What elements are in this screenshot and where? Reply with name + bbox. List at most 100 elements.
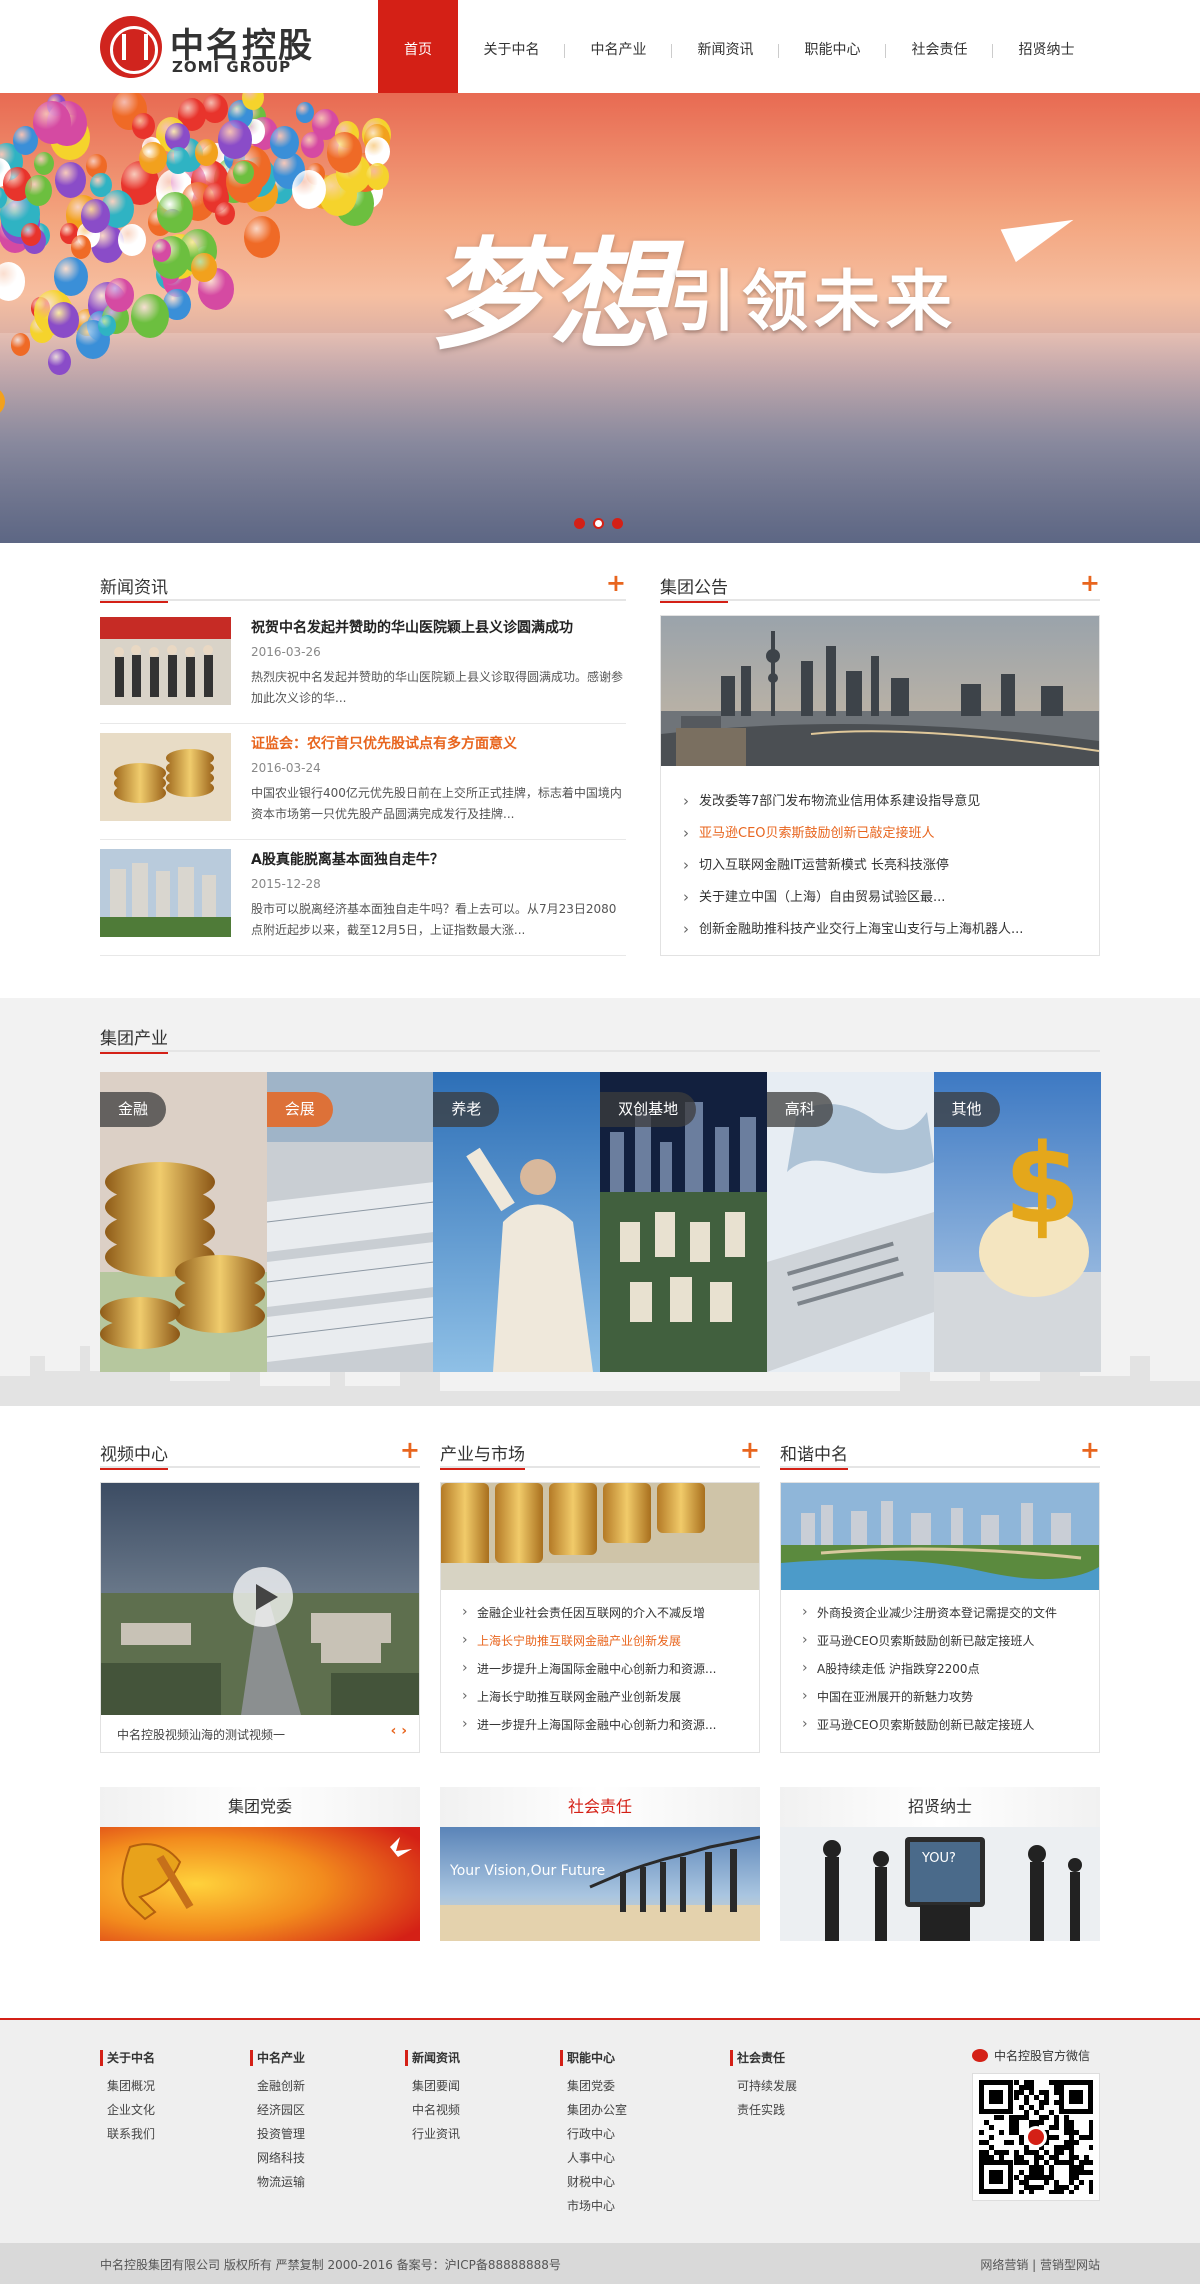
footer-column-0: 关于中名 集团概况 企业文化 联系我们 xyxy=(100,2050,155,2146)
footer-column-heading: 职能中心 xyxy=(560,2050,627,2066)
video-thumbnail[interactable] xyxy=(101,1483,419,1715)
market-list-item[interactable]: 上海长宁助推互联网金融产业创新发展 xyxy=(459,1683,749,1711)
hero-banner: 梦想 引领未来 xyxy=(0,93,1200,543)
news-more-button[interactable]: + xyxy=(606,569,626,597)
harmony-list-item[interactable]: 外商投资企业减少注册资本登记需提交的文件 xyxy=(799,1599,1089,1627)
recruit-banner-title: 招贤纳士 xyxy=(780,1787,1100,1827)
footer-column-heading: 中名产业 xyxy=(250,2050,305,2066)
footer-link[interactable]: 集团党委 xyxy=(560,2074,627,2098)
balloon xyxy=(118,223,146,256)
footer-link[interactable]: 联系我们 xyxy=(100,2122,155,2146)
notice-list-item[interactable]: 切入互联网金融IT运营新模式 长亮科技涨停 xyxy=(681,850,1081,882)
notice-list-item[interactable]: 亚马逊CEO贝索斯鼓励创新已敲定接班人 xyxy=(681,818,1081,850)
nav-item-0[interactable]: 首页 xyxy=(378,0,458,93)
news-section-header: 新闻资讯 + xyxy=(100,569,626,603)
notice-list: 发改委等7部门发布物流业信用体系建设指导意见亚马逊CEO贝索斯鼓励创新已敲定接班… xyxy=(681,786,1081,946)
harmony-list-item[interactable]: 亚马逊CEO贝索斯鼓励创新已敲定接班人 xyxy=(799,1711,1089,1739)
news-thumbnail[interactable] xyxy=(100,849,231,937)
industry-panel-4[interactable]: 高科 xyxy=(766,1072,934,1372)
balloon xyxy=(151,239,172,263)
news-title[interactable]: 祝贺中名发起并赞助的华山医院颖上县义诊圆满成功 xyxy=(251,617,573,637)
notice-box: 发改委等7部门发布物流业信用体系建设指导意见亚马逊CEO贝索斯鼓励创新已敲定接班… xyxy=(660,615,1100,956)
balloons-illustration xyxy=(0,93,410,416)
footer-link[interactable]: 网络科技 xyxy=(250,2146,305,2170)
video-caption[interactable]: 中名控股视频汕海的测试视频一 xyxy=(117,1726,285,1743)
industry-panel-5[interactable]: $ 其他 xyxy=(933,1072,1101,1372)
nav-item-4[interactable]: 职能中心 xyxy=(779,0,886,93)
footer-link[interactable]: 金融创新 xyxy=(250,2074,305,2098)
harmony-box: 外商投资企业减少注册资本登记需提交的文件亚马逊CEO贝索斯鼓励创新已敲定接班人A… xyxy=(780,1482,1100,1753)
footer-link[interactable]: 行业资讯 xyxy=(405,2122,460,2146)
footer-link[interactable]: 财税中心 xyxy=(560,2170,627,2194)
news-title[interactable]: 证监会：农行首只优先股试点有多方面意义 xyxy=(251,733,517,753)
slide-dot-1[interactable] xyxy=(593,518,604,529)
news-item[interactable]: 祝贺中名发起并赞助的华山医院颖上县义诊圆满成功 2016-03-26 热烈庆祝中名发… xyxy=(100,617,626,724)
video-more-button[interactable]: + xyxy=(400,1436,420,1464)
industry-section: 集团产业 金融 会展 养老 双创基地 高科 $ 其他 xyxy=(0,998,1200,1406)
news-thumbnail[interactable] xyxy=(100,617,231,705)
social-beach-image: Your Vision,Our Future xyxy=(440,1827,760,1941)
harmony-list-item[interactable]: A股持续走低 沪指跌穿2200点 xyxy=(799,1655,1089,1683)
footer-link[interactable]: 人事中心 xyxy=(560,2146,627,2170)
footer-right-links[interactable]: 网络营销 | 营销型网站 xyxy=(980,2256,1100,2273)
news-summary: 股市可以脱离经济基本面独自走牛吗？看上去可以。从7月23日2080点附近起步以来… xyxy=(251,902,617,937)
market-list-item[interactable]: 上海长宁助推互联网金融产业创新发展 xyxy=(459,1627,749,1655)
harmony-more-button[interactable]: + xyxy=(1080,1436,1100,1464)
industry-panel-3[interactable]: 双创基地 xyxy=(600,1072,768,1372)
footer-link[interactable]: 集团概况 xyxy=(100,2074,155,2098)
market-more-button[interactable]: + xyxy=(740,1436,760,1464)
recruit-banner[interactable]: 招贤纳士 YOU? xyxy=(780,1787,1100,1941)
industry-panel-1[interactable]: 会展 xyxy=(266,1072,434,1372)
footer-link[interactable]: 可持续发展 xyxy=(730,2074,797,2098)
notice-list-item[interactable]: 创新金融助推科技产业交行上海宝山支行与上海机器人... xyxy=(681,914,1081,946)
nav-item-1[interactable]: 关于中名 xyxy=(458,0,565,93)
industry-section-header: 集团产业 xyxy=(100,1024,1100,1054)
balloon xyxy=(157,191,193,233)
footer-link[interactable]: 企业文化 xyxy=(100,2098,155,2122)
slide-dot-2[interactable] xyxy=(612,518,623,529)
notice-list-item[interactable]: 关于建立中国（上海）自由贸易试验区最... xyxy=(681,882,1081,914)
market-list-item[interactable]: 进一步提升上海国际金融中心创新力和资源... xyxy=(459,1655,749,1683)
footer-link[interactable]: 投资管理 xyxy=(250,2122,305,2146)
industry-panel-0[interactable]: 金融 xyxy=(100,1072,267,1372)
news-title[interactable]: A股真能脱离基本面独自走牛？ xyxy=(251,849,444,869)
footer-link[interactable]: 中名视频 xyxy=(405,2098,460,2122)
party-banner-title: 集团党委 xyxy=(100,1787,420,1827)
balloon xyxy=(70,235,92,259)
video-nav-arrows-icon[interactable]: ‹ › xyxy=(391,1723,407,1739)
party-banner[interactable]: 集团党委 xyxy=(100,1787,420,1941)
footer-link[interactable]: 经济园区 xyxy=(250,2098,305,2122)
party-emblem-image xyxy=(100,1827,420,1941)
footer-link[interactable]: 集团办公室 xyxy=(560,2098,627,2122)
market-list-item[interactable]: 进一步提升上海国际金融中心创新力和资源... xyxy=(459,1711,749,1739)
news-item[interactable]: A股真能脱离基本面独自走牛？ 2015-12-28 股市可以脱离经济基本面独自走牛吗… xyxy=(100,849,626,956)
harmony-list-item[interactable]: 亚马逊CEO贝索斯鼓励创新已敲定接班人 xyxy=(799,1627,1089,1655)
news-item[interactable]: 证监会：农行首只优先股试点有多方面意义 2016-03-24 中国农业银行400亿元… xyxy=(100,733,626,840)
notice-more-button[interactable]: + xyxy=(1080,569,1100,597)
harmony-section-header: 和谐中名 + xyxy=(780,1436,1100,1470)
harmony-list-item[interactable]: 中国在亚洲展开的新魅力攻势 xyxy=(799,1683,1089,1711)
footer-link[interactable]: 责任实践 xyxy=(730,2098,797,2122)
nav-item-6[interactable]: 招贤纳士 xyxy=(993,0,1100,93)
footer-link[interactable]: 集团要闻 xyxy=(405,2074,460,2098)
notice-list-item[interactable]: 发改委等7部门发布物流业信用体系建设指导意见 xyxy=(681,786,1081,818)
copyright-bar: 中名控股集团有限公司 版权所有 严禁复制 2000-2016 备案号：沪ICP备… xyxy=(0,2243,1200,2284)
svg-text:$: $ xyxy=(1004,1120,1081,1248)
slide-dot-0[interactable] xyxy=(574,518,585,529)
nav-item-3[interactable]: 新闻资讯 xyxy=(672,0,779,93)
market-list-item[interactable]: 金融企业社会责任因互联网的介入不减反增 xyxy=(459,1599,749,1627)
video-section-title: 视频中心 xyxy=(100,1440,168,1470)
play-button-icon[interactable] xyxy=(233,1567,293,1627)
industry-panel-2[interactable]: 养老 xyxy=(433,1072,601,1372)
footer-link[interactable]: 物流运输 xyxy=(250,2170,305,2194)
footer-link[interactable]: 行政中心 xyxy=(560,2122,627,2146)
nav-item-5[interactable]: 社会责任 xyxy=(886,0,993,93)
footer-link[interactable]: 市场中心 xyxy=(560,2194,627,2218)
nav-item-2[interactable]: 中名产业 xyxy=(565,0,672,93)
news-date: 2015-12-28 xyxy=(251,877,321,891)
market-coins-image xyxy=(441,1483,759,1590)
news-thumbnail[interactable] xyxy=(100,733,231,821)
logo[interactable]: 中名控股 ZOMI GROUP xyxy=(100,16,320,78)
industry-panel-label: 双创基地 xyxy=(600,1092,697,1127)
social-banner[interactable]: 社会责任 Your Vision,Our Future xyxy=(440,1787,760,1941)
